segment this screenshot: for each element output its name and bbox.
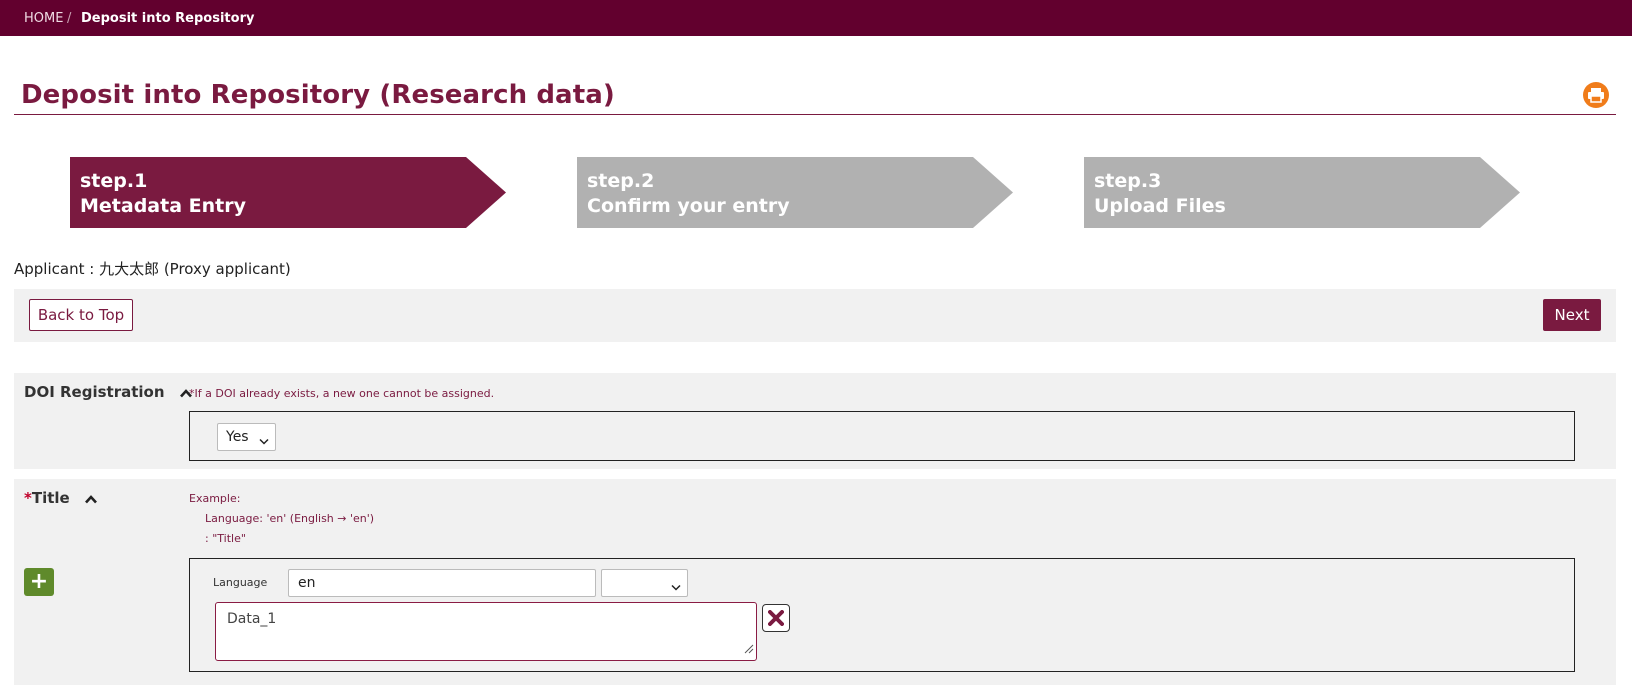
step-3-upload-files: step.3 Upload Files <box>1084 157 1520 228</box>
title-textarea[interactable]: Data_1 <box>215 602 757 661</box>
next-button[interactable]: Next <box>1543 299 1601 331</box>
title-textarea-value: Data_1 <box>227 611 277 627</box>
example-heading: Example: <box>189 492 241 505</box>
title-section: *Title Example: Language: 'en' (English … <box>14 479 1616 685</box>
step-1-label: Metadata Entry <box>80 195 246 217</box>
top-bar: HOME / Deposit into Repository <box>0 0 1632 36</box>
action-toolbar: Back to Top Next <box>14 289 1616 342</box>
doi-select-value: Yes <box>226 429 249 445</box>
back-to-top-button[interactable]: Back to Top <box>29 299 133 331</box>
step-2-confirm-entry: step.2 Confirm your entry <box>577 157 1013 228</box>
step-2-number: step.2 <box>587 170 655 192</box>
chevron-down-icon <box>259 433 269 449</box>
add-title-button[interactable]: + <box>24 568 54 596</box>
printer-icon[interactable] <box>1583 82 1609 108</box>
language-select[interactable] <box>601 569 688 597</box>
step-1-metadata-entry: step.1 Metadata Entry <box>70 157 506 228</box>
resize-grip-icon[interactable] <box>744 642 754 658</box>
doi-field-box: Yes <box>189 411 1575 461</box>
required-marker: * <box>24 489 32 507</box>
doi-registration-section: DOI Registration *If a DOI already exist… <box>14 373 1616 469</box>
example-title-line: : "Title" <box>205 532 246 545</box>
title-heading[interactable]: *Title <box>24 489 97 508</box>
chevron-up-icon[interactable] <box>84 490 97 508</box>
language-input[interactable]: en <box>288 569 596 597</box>
breadcrumb-current: Deposit into Repository <box>81 11 255 26</box>
language-label: Language <box>213 576 268 589</box>
doi-registration-select[interactable]: Yes <box>217 423 276 451</box>
example-language-line: Language: 'en' (English → 'en') <box>205 512 375 525</box>
breadcrumb-home-link[interactable]: HOME <box>24 11 63 26</box>
breadcrumb-separator: / <box>67 11 72 26</box>
title-field-box: Language en Data_1 <box>189 558 1575 672</box>
chevron-down-icon <box>671 579 681 595</box>
step-3-label: Upload Files <box>1094 195 1226 217</box>
doi-registration-heading[interactable]: DOI Registration <box>24 383 192 402</box>
step-2-label: Confirm your entry <box>587 195 790 217</box>
title-divider <box>14 114 1616 115</box>
step-3-number: step.3 <box>1094 170 1162 192</box>
title-example-note: Example: Language: 'en' (English → 'en')… <box>189 489 374 549</box>
doi-note: *If a DOI already exists, a new one cann… <box>189 387 495 400</box>
page-title: Deposit into Repository (Research data) <box>21 80 615 110</box>
step-1-number: step.1 <box>80 170 148 192</box>
applicant-info: Applicant : 九大太郎 (Proxy applicant) <box>14 258 291 279</box>
applicant-label: Applicant : <box>14 260 100 278</box>
applicant-name: 九大太郎 (Proxy applicant) <box>99 260 291 278</box>
remove-title-button[interactable] <box>762 604 790 632</box>
doi-registration-label: DOI Registration <box>24 383 165 401</box>
close-icon <box>768 610 784 626</box>
title-label: Title <box>31 489 70 507</box>
